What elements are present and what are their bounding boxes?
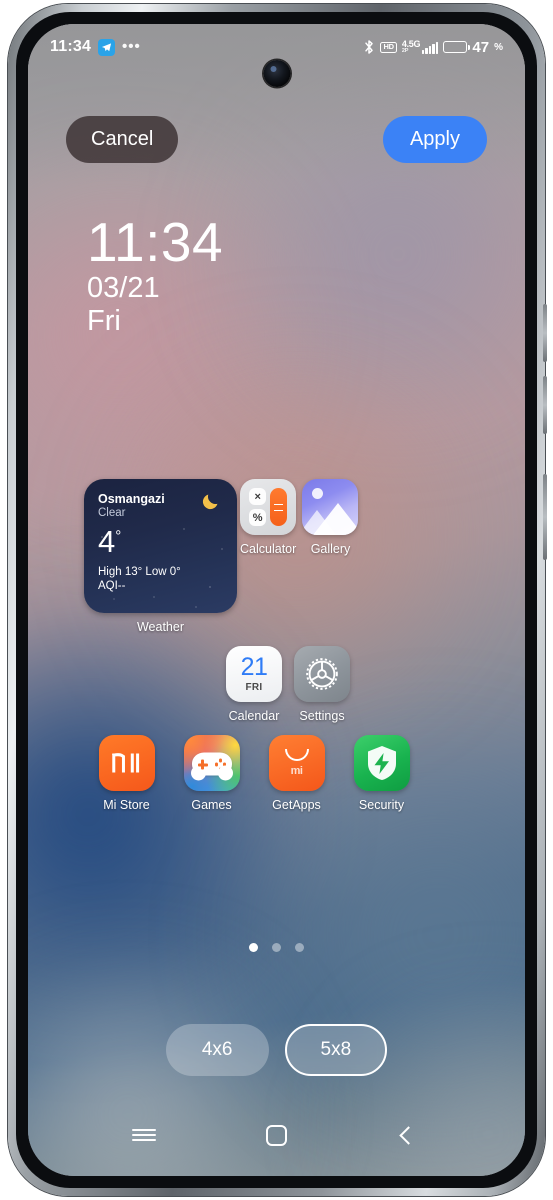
grid-row-bottom: Mi Store Games mi GetApps Security [84, 735, 424, 812]
home-square-icon [265, 1124, 287, 1146]
mi-store-icon [98, 735, 155, 791]
menu-icon [132, 1125, 157, 1144]
battery-percent-symbol: % [494, 41, 503, 53]
getapps-mi-label: mi [290, 765, 303, 777]
home-screen-grid: Osmangazi Clear 4° High 13° Low 0° AQI--… [84, 479, 424, 812]
editor-action-bar: Cancel Apply [28, 116, 525, 163]
status-bar-clock: 11:34 [50, 38, 92, 55]
app-gallery[interactable]: Gallery [299, 479, 361, 634]
page-dot-2[interactable] [272, 943, 281, 952]
grid-size-selector: 4x6 5x8 [28, 1024, 525, 1076]
power-button[interactable] [543, 474, 547, 560]
back-chevron-icon [399, 1125, 419, 1145]
weather-high-low: High 13° Low 0° [98, 566, 181, 578]
getapps-icon: mi [268, 735, 325, 791]
page-dot-3[interactable] [295, 943, 304, 952]
page-dot-1[interactable] [249, 943, 258, 952]
weather-city: Osmangazi [98, 492, 165, 506]
grid-size-option-5x8[interactable]: 5x8 [284, 1024, 388, 1076]
app-label-security: Security [358, 798, 405, 812]
notification-overflow-icon: ••• [122, 38, 141, 55]
weather-widget[interactable]: Osmangazi Clear 4° High 13° Low 0° AQI--… [84, 479, 237, 634]
weather-temperature: 4° [98, 524, 122, 559]
calendar-icon: 21 FRI [226, 646, 282, 702]
app-label-settings: Settings [299, 709, 345, 723]
back-button[interactable] [386, 1116, 432, 1154]
home-button[interactable] [253, 1116, 299, 1154]
bluetooth-icon [363, 39, 375, 55]
status-bar-left: 11:34 ••• [50, 38, 141, 56]
phone-bezel: 11:34 ••• HD 4.5G 2P 47 % Cancel Apply 1… [16, 12, 537, 1188]
page-indicator[interactable] [28, 943, 525, 952]
app-security[interactable]: Security [339, 735, 424, 812]
battery-percent-label: 47 [472, 38, 490, 56]
volume-down-button[interactable] [543, 376, 547, 434]
weather-aqi: AQI-- [98, 580, 126, 592]
clock-widget[interactable]: 11:34 03/21 Fri [87, 211, 224, 337]
grid-row-middle: 21 FRI Calendar Settings [84, 646, 424, 723]
grid-size-option-4x6[interactable]: 4x6 [165, 1024, 269, 1076]
app-label-games: Games [191, 798, 232, 812]
calendar-day-number: 21 [240, 653, 268, 681]
recents-button[interactable] [121, 1116, 167, 1154]
battery-icon [443, 40, 470, 54]
volume-up-button[interactable] [543, 304, 547, 362]
clock-weekday: Fri [87, 304, 121, 337]
calendar-day-of-week: FRI [245, 682, 263, 693]
app-label-calendar: Calendar [228, 709, 280, 723]
calculator-icon: × % [240, 479, 297, 535]
telegram-icon [98, 38, 116, 56]
grid-empty-slot [362, 479, 424, 634]
status-bar-right: HD 4.5G 2P 47 % [363, 39, 503, 56]
app-settings[interactable]: Settings [288, 646, 356, 723]
calculator-multiply-key: × [249, 488, 267, 505]
gallery-icon [302, 479, 359, 535]
grid-empty-slot-2 [356, 646, 424, 723]
phone-screen: 11:34 ••• HD 4.5G 2P 47 % Cancel Apply 1… [28, 24, 525, 1176]
shield-icon [353, 735, 410, 791]
app-label-mi-store: Mi Store [103, 798, 150, 812]
gamepad-icon [183, 735, 240, 791]
system-navigation-bar [28, 1108, 525, 1162]
weather-widget-label: Weather [136, 620, 184, 634]
grid-row-top: Osmangazi Clear 4° High 13° Low 0° AQI--… [84, 479, 424, 634]
app-label-calculator: Calculator [240, 542, 297, 556]
app-games[interactable]: Games [169, 735, 254, 812]
hd-icon: HD [380, 41, 397, 53]
app-calculator[interactable]: × % Calculator [237, 479, 299, 634]
app-mi-store[interactable]: Mi Store [84, 735, 169, 812]
network-indicator: 4.5G 2P [401, 39, 439, 55]
app-calendar[interactable]: 21 FRI Calendar [220, 646, 288, 723]
clock-time: 11:34 [87, 211, 224, 273]
phone-device-frame: 11:34 ••• HD 4.5G 2P 47 % Cancel Apply 1… [8, 4, 547, 1196]
calculator-percent-key: % [249, 509, 267, 526]
signal-bars-icon [421, 42, 439, 55]
network-sub-label: 2P [401, 47, 409, 54]
cancel-button[interactable]: Cancel [66, 116, 179, 163]
app-label-getapps: GetApps [272, 798, 321, 812]
weather-condition: Clear [98, 507, 126, 519]
app-getapps[interactable]: mi GetApps [254, 735, 339, 812]
weather-widget-card[interactable]: Osmangazi Clear 4° High 13° Low 0° AQI-- [84, 479, 237, 613]
calculator-equals-key [270, 488, 288, 526]
clock-date: 03/21 [87, 272, 160, 305]
app-label-gallery: Gallery [310, 542, 351, 556]
apply-button[interactable]: Apply [382, 116, 487, 163]
gear-icon [294, 646, 350, 702]
front-camera-punch-hole [263, 60, 290, 87]
